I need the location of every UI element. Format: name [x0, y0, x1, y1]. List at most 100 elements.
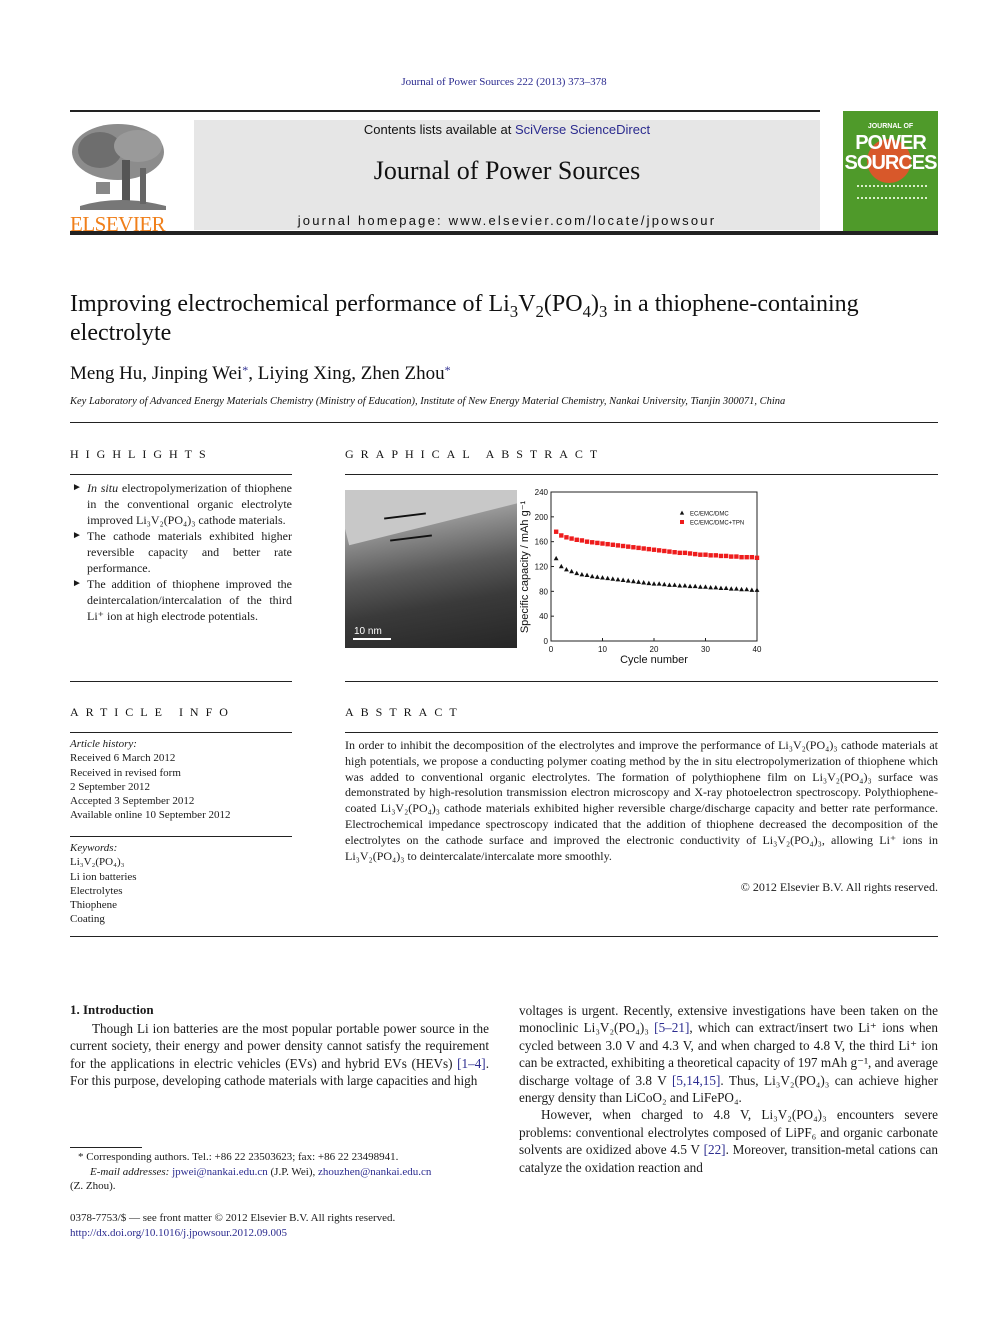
abstract-copyright: © 2012 Elsevier B.V. All rights reserved…: [740, 880, 938, 894]
y-tick-label: 120: [535, 563, 549, 572]
corresponding-mark[interactable]: *: [445, 363, 451, 377]
data-point-square: [739, 554, 744, 560]
contents-availability: Contents lists available at SciVerse Sci…: [194, 122, 820, 137]
data-point-square: [744, 554, 749, 560]
cover-title-line1: JOURNAL OF: [867, 123, 914, 130]
history-entry: 2 September 2012: [70, 780, 151, 793]
data-point-square: [693, 551, 698, 557]
data-point-square: [729, 554, 734, 559]
history-label: Article history:: [70, 738, 137, 750]
intro-right-column: voltages is urgent. Recently, extensive …: [519, 1002, 938, 1176]
journal-citation[interactable]: Journal of Power Sources 222 (2013) 373–…: [0, 76, 992, 88]
graphical-abstract-rule: [345, 474, 938, 475]
author[interactable]: Liying Xing: [258, 363, 351, 384]
email-owner: (Z. Zhou).: [70, 1180, 116, 1192]
elsevier-logo[interactable]: ELSEVIER: [70, 120, 172, 236]
data-point-square: [559, 533, 564, 538]
highlight-item: ► The cathode materials exhibited higher …: [72, 529, 292, 575]
journal-homepage[interactable]: journal homepage: www.elsevier.com/locat…: [194, 213, 820, 228]
x-tick-label: 0: [549, 645, 554, 654]
article-title: Improving electrochemical performance of…: [70, 291, 859, 346]
journal-cover[interactable]: JOURNAL OF POWER SOURCES: [843, 111, 938, 231]
data-point-square: [569, 536, 574, 541]
abstract-text: In order to inhibit the decomposition of…: [345, 738, 938, 863]
tem-micrograph[interactable]: 10 nm: [345, 490, 517, 648]
reference-link[interactable]: [22]: [704, 1142, 726, 1157]
email-link[interactable]: zhouzhen@nankai.edu.cn: [318, 1166, 431, 1178]
legend-label: EC/EMC/DMC: [690, 512, 729, 518]
data-point-square: [564, 535, 569, 540]
capacity-cycle-chart[interactable]: 040801201602002400 10 20 30 40 EC/EMC/DMCEC/…: [517, 484, 767, 670]
data-point-square: [749, 554, 755, 560]
history-entry: Received 6 March 2012: [70, 752, 176, 765]
data-point-square: [595, 540, 600, 546]
data-point-square: [708, 553, 713, 558]
intro-paragraph: voltages is urgent. Recently, extensive …: [519, 1003, 938, 1106]
history-entry: Accepted 3 September 2012: [70, 795, 195, 808]
corresponding-footnote: * Corresponding authors. Tel.: +86 22 23…: [70, 1150, 490, 1194]
data-point-square: [651, 547, 657, 552]
doi-link[interactable]: http://dx.doi.org/10.1016/j.jpowsour.201…: [70, 1227, 287, 1239]
scale-bar-label: 10 nm: [354, 626, 382, 637]
data-point-square: [584, 539, 590, 544]
email-link[interactable]: jpwei@nankai.edu.cn: [172, 1166, 268, 1178]
sciencedirect-link[interactable]: SciVerse ScienceDirect: [515, 122, 650, 137]
highlights-list: ► In situ electropolymerization of thioph…: [70, 480, 292, 624]
data-point-square: [631, 545, 636, 550]
data-point-square: [682, 550, 688, 556]
data-point-square: [703, 552, 708, 557]
author[interactable]: Jinping Wei: [152, 363, 242, 384]
header-rule: [70, 110, 820, 112]
data-point-square: [713, 553, 718, 558]
reference-link[interactable]: [1–4]: [457, 1056, 486, 1071]
triangle-bullet-icon: ►: [72, 482, 82, 493]
front-end-rule: [70, 936, 938, 937]
graphical-abstract-heading: GRAPHICAL ABSTRACT: [345, 447, 605, 461]
article-info-rule: [70, 732, 292, 733]
x-tick-label: 30: [701, 645, 710, 654]
article-history: Article history: Received 6 March 2012 R…: [70, 737, 230, 823]
corresponding-mark[interactable]: *: [242, 363, 248, 377]
reference-link[interactable]: [5–21]: [654, 1020, 689, 1035]
abstract-heading: ABSTRACT: [345, 705, 464, 719]
triangle-bullet-icon: ►: [72, 578, 82, 589]
section-rule: [70, 422, 938, 423]
data-point-square: [590, 540, 595, 545]
data-point-square: [579, 538, 585, 543]
front-matter: 0378-7753/$ — see front matter © 2012 El…: [70, 1211, 490, 1240]
particle-edge: [345, 490, 517, 546]
issn-line: 0378-7753/$ — see front matter © 2012 El…: [70, 1212, 396, 1224]
data-point-square: [656, 548, 662, 553]
author-list: Meng Hu, Jinping Wei*, Liying Xing, Zhen…: [70, 363, 451, 384]
data-point-square: [574, 537, 579, 543]
contents-prefix: Contents lists available at: [363, 122, 515, 137]
data-point-square: [698, 552, 703, 557]
author[interactable]: Meng Hu: [70, 363, 142, 384]
data-point-square: [610, 542, 615, 547]
x-tick-label: 10: [598, 645, 607, 654]
triangle-bullet-icon: ►: [72, 530, 82, 541]
data-point-square: [687, 551, 693, 556]
data-point-square: [620, 543, 626, 549]
highlights-end-rule: [70, 681, 292, 682]
y-tick-label: 80: [539, 587, 548, 596]
cover-title-line3: SOURCES: [844, 152, 938, 174]
author[interactable]: Zhen Zhou: [361, 363, 445, 384]
data-point-square: [662, 548, 667, 554]
data-point-square: [605, 541, 610, 547]
intro-paragraph: However, when charged to 4.8 V, Li₃V₂(PO…: [519, 1107, 938, 1175]
data-point-square: [754, 555, 760, 561]
keywords-rule: [70, 836, 292, 837]
data-point-square: [626, 544, 631, 549]
cover-subtitle: [857, 185, 927, 199]
history-entry: Received in revised form: [70, 766, 181, 779]
data-point-square: [641, 546, 646, 551]
y-tick-label: 160: [535, 538, 549, 547]
y-axis-label: Specific capacity / mAh g⁻¹: [519, 500, 531, 633]
y-tick-label: 200: [535, 513, 549, 522]
data-point-square: [672, 550, 677, 555]
intro-left-paragraph: Though Li ion batteries are the most pop…: [70, 1021, 489, 1089]
highlights-rule: [70, 474, 292, 475]
reference-link[interactable]: [5,14,15]: [672, 1073, 720, 1088]
y-tick-label: 240: [535, 488, 549, 497]
